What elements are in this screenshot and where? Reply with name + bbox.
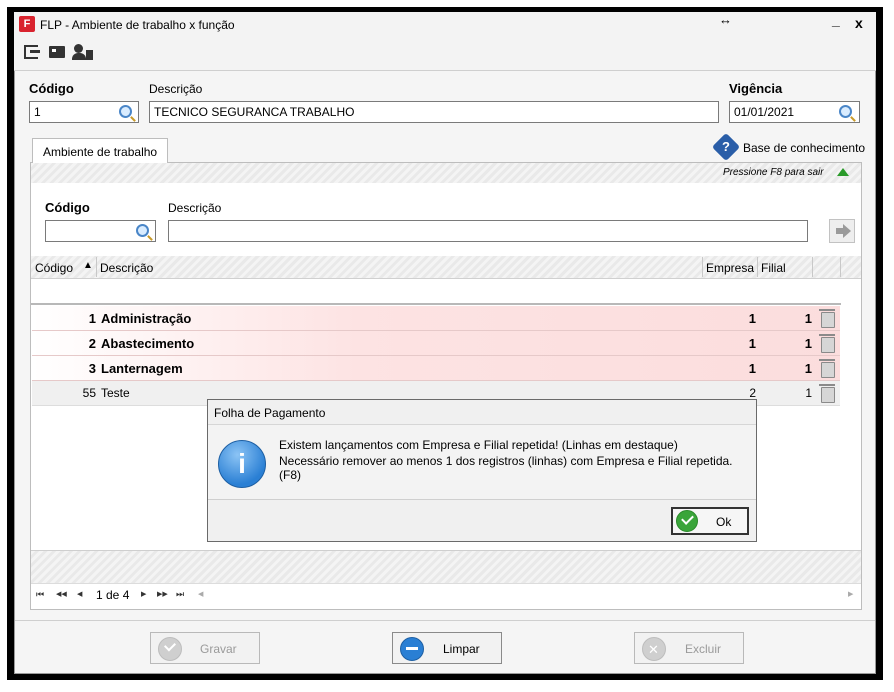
filter-descricao-label: Descrição bbox=[168, 201, 222, 215]
col-divider bbox=[702, 257, 703, 277]
dialog-divider bbox=[208, 499, 756, 500]
col-empresa[interactable]: Empresa bbox=[706, 261, 754, 275]
collapse-up-icon[interactable] bbox=[837, 168, 849, 176]
users-icon[interactable] bbox=[74, 44, 83, 53]
excluir-label: Excluir bbox=[685, 642, 722, 656]
vigencia-search-icon[interactable] bbox=[839, 105, 852, 118]
last-page-icon[interactable]: ⏭ bbox=[176, 589, 184, 600]
window-title: FLP - Ambiente de trabalho x função bbox=[40, 18, 235, 32]
table-row[interactable]: 3 Lanternagem 1 1 bbox=[32, 356, 840, 381]
message-dialog: Folha de Pagamento i Existem lançamentos… bbox=[207, 399, 757, 542]
filter-go-button[interactable] bbox=[829, 219, 855, 243]
row-empresa: 1 bbox=[748, 311, 756, 326]
table-row[interactable]: 2 Abastecimento 1 1 bbox=[32, 331, 840, 356]
toolbar bbox=[14, 38, 876, 71]
users-body-icon bbox=[72, 53, 86, 60]
descricao-label: Descrição bbox=[149, 82, 203, 96]
col-divider bbox=[812, 257, 813, 277]
users-badge-icon bbox=[86, 50, 93, 60]
filter-descricao-input[interactable] bbox=[168, 220, 808, 242]
info-icon: i bbox=[218, 440, 266, 488]
row-descricao: Administração bbox=[101, 311, 192, 326]
row-empresa: 1 bbox=[748, 336, 756, 351]
row-codigo: 1 bbox=[88, 311, 96, 326]
minimize-button[interactable]: _ bbox=[832, 12, 840, 28]
footer-divider bbox=[15, 620, 875, 621]
arrow-right-icon bbox=[836, 228, 843, 234]
first-page-icon[interactable]: ⏮ bbox=[36, 589, 44, 600]
cashier-icon[interactable] bbox=[49, 46, 65, 58]
knowledge-base-link[interactable]: Base de conhecimento bbox=[743, 141, 865, 155]
filter-search-icon[interactable] bbox=[136, 224, 149, 237]
close-button[interactable]: x bbox=[855, 15, 863, 31]
scroll-right-icon[interactable]: ▶ bbox=[848, 590, 853, 598]
grid-top-rule bbox=[31, 303, 841, 305]
minus-bar-icon bbox=[406, 647, 418, 650]
row-filial: 1 bbox=[805, 386, 812, 400]
vigencia-label: Vigência bbox=[729, 81, 783, 96]
question-glyph-icon: ? bbox=[722, 139, 730, 154]
codigo-search-icon[interactable] bbox=[119, 105, 132, 118]
codigo-label: Código bbox=[29, 81, 74, 96]
ok-button[interactable]: Ok bbox=[671, 507, 749, 535]
tab-label: Ambiente de trabalho bbox=[43, 145, 158, 159]
col-divider bbox=[840, 257, 841, 277]
pager-bar bbox=[31, 583, 861, 608]
excluir-button[interactable]: ✕ Excluir bbox=[634, 632, 744, 664]
row-codigo: 2 bbox=[88, 336, 96, 351]
gravar-label: Gravar bbox=[200, 642, 237, 656]
sort-asc-icon[interactable]: ▲ bbox=[83, 260, 93, 271]
col-codigo[interactable]: Código bbox=[35, 261, 73, 275]
delete-trash-icon[interactable] bbox=[819, 384, 835, 403]
cashier-screen-icon bbox=[52, 49, 56, 52]
row-codigo: 55 bbox=[82, 386, 96, 400]
descricao-input[interactable]: TECNICO SEGURANCA TRABALHO bbox=[149, 101, 719, 123]
page-indicator: 1 de 4 bbox=[96, 588, 130, 602]
col-divider bbox=[96, 257, 97, 277]
dialog-message-line2: Necessário remover ao menos 1 dos regist… bbox=[279, 454, 733, 482]
exit-arrow-icon bbox=[30, 50, 40, 53]
prev-page-icon[interactable]: ◀◀ bbox=[56, 590, 67, 598]
next-page-icon[interactable]: ▶▶ bbox=[157, 590, 168, 598]
row-empresa: 2 bbox=[749, 386, 756, 400]
col-descricao[interactable]: Descrição bbox=[100, 261, 153, 275]
table-row[interactable]: 1 Administração 1 1 bbox=[32, 306, 840, 331]
row-descricao: Teste bbox=[101, 386, 130, 400]
arrow-head-icon bbox=[843, 224, 851, 238]
delete-trash-icon[interactable] bbox=[819, 359, 835, 378]
cancel-x-icon: ✕ bbox=[648, 642, 659, 657]
gravar-button[interactable]: Gravar bbox=[150, 632, 260, 664]
row-filial: 1 bbox=[804, 336, 812, 351]
row-empresa: 1 bbox=[748, 361, 756, 376]
filter-codigo-label: Código bbox=[45, 200, 90, 215]
limpar-label: Limpar bbox=[443, 642, 480, 656]
col-divider bbox=[757, 257, 758, 277]
scroll-left-icon[interactable]: ◀ bbox=[198, 590, 203, 598]
row-filial: 1 bbox=[804, 361, 812, 376]
delete-trash-icon[interactable] bbox=[819, 309, 835, 328]
col-filial[interactable]: Filial bbox=[761, 261, 786, 275]
dialog-message-line1: Existem lançamentos com Empresa e Filial… bbox=[279, 438, 678, 452]
next-icon[interactable]: ▶ bbox=[141, 590, 146, 598]
ok-label: Ok bbox=[716, 515, 732, 529]
app-logo-icon: F bbox=[19, 16, 35, 32]
row-descricao: Lanternagem bbox=[101, 361, 183, 376]
delete-trash-icon[interactable] bbox=[819, 334, 835, 353]
row-filial: 1 bbox=[804, 311, 812, 326]
dialog-title: Folha de Pagamento bbox=[214, 406, 326, 420]
exit-hint: Pressione F8 para sair bbox=[723, 167, 824, 178]
resize-icon[interactable]: ↔ bbox=[719, 12, 732, 27]
tab-ambiente-de-trabalho[interactable]: Ambiente de trabalho bbox=[32, 138, 168, 163]
prev-icon[interactable]: ◀ bbox=[77, 590, 82, 598]
row-codigo: 3 bbox=[88, 361, 96, 376]
limpar-button[interactable]: Limpar bbox=[392, 632, 502, 664]
grid-footer bbox=[31, 551, 861, 583]
row-descricao: Abastecimento bbox=[101, 336, 195, 351]
